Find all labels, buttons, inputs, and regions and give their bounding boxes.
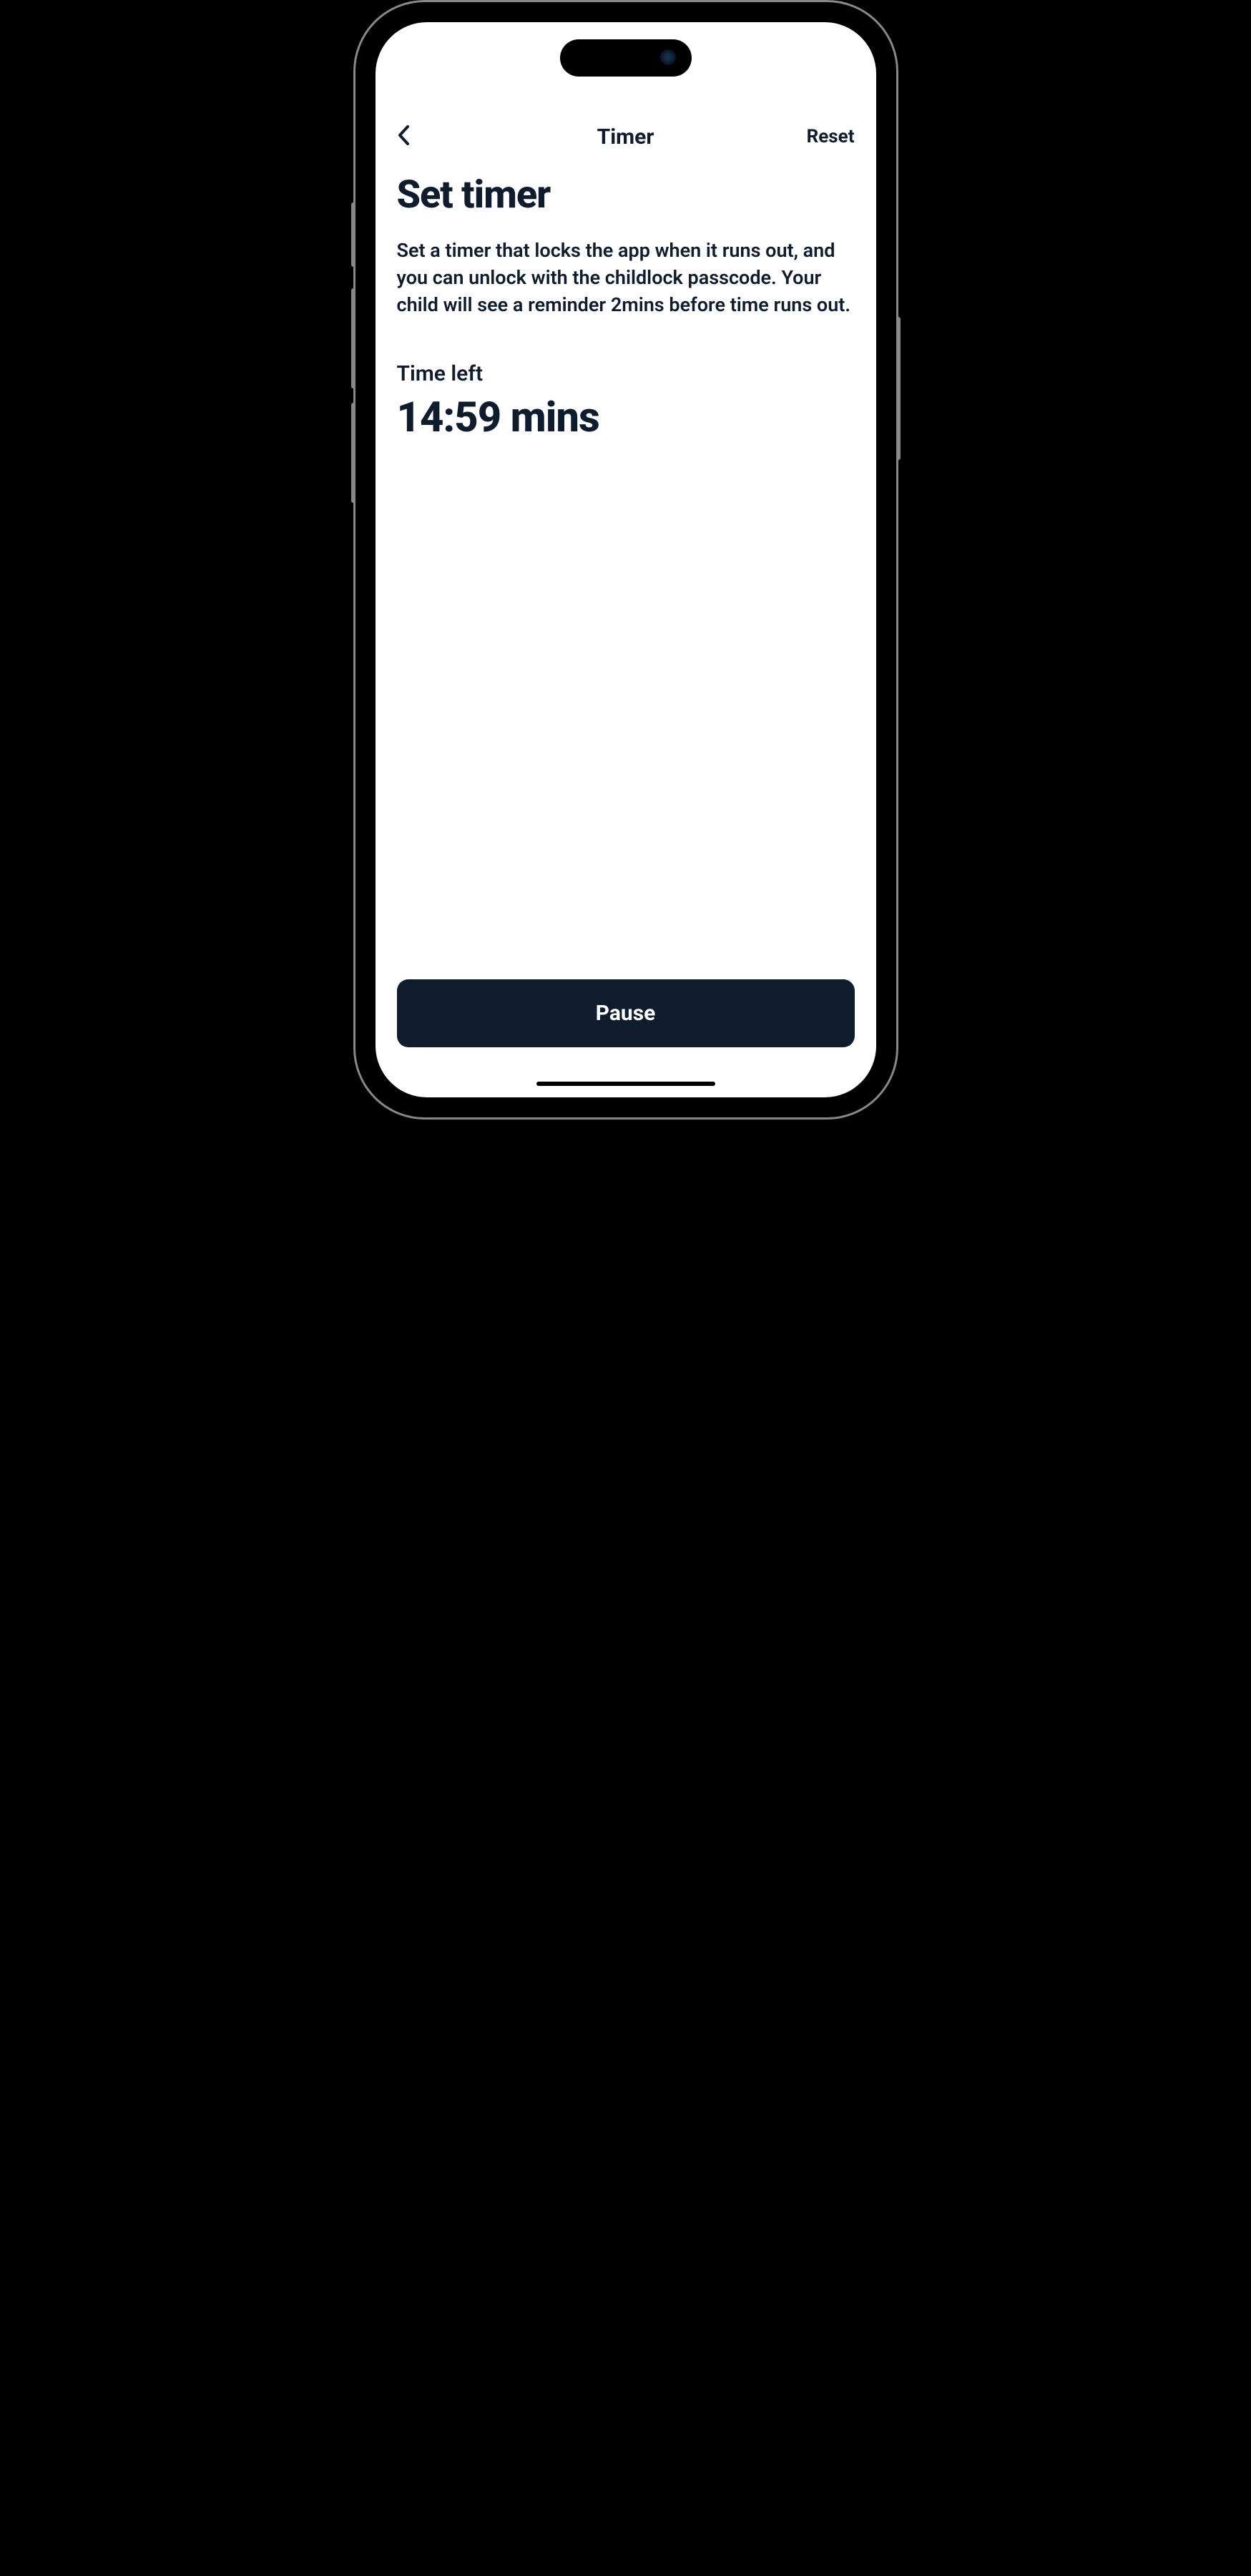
time-left-label: Time left xyxy=(397,361,855,386)
volume-up-button xyxy=(351,288,355,388)
phone-inner-border: Timer Reset Set timer Set a timer that l… xyxy=(376,22,876,1097)
dynamic-island xyxy=(560,39,692,77)
power-button xyxy=(896,317,901,460)
app-content: Timer Reset Set timer Set a timer that l… xyxy=(376,22,876,1097)
volume-down-button xyxy=(351,403,355,503)
page-description: Set a timer that locks the app when it r… xyxy=(397,237,855,318)
phone-frame: Timer Reset Set timer Set a timer that l… xyxy=(353,0,898,1120)
reset-button[interactable]: Reset xyxy=(807,126,855,147)
chevron-left-icon xyxy=(397,124,410,150)
back-button[interactable] xyxy=(397,122,426,151)
nav-bar: Timer Reset xyxy=(397,115,855,158)
home-indicator[interactable] xyxy=(536,1082,715,1086)
nav-title: Timer xyxy=(597,124,654,150)
volume-switch xyxy=(351,202,355,267)
page-title: Set timer xyxy=(397,172,855,217)
pause-button[interactable]: Pause xyxy=(397,979,855,1047)
time-left-value: 14:59 mins xyxy=(397,393,855,442)
screen: Timer Reset Set timer Set a timer that l… xyxy=(376,22,876,1097)
spacer xyxy=(397,442,855,979)
